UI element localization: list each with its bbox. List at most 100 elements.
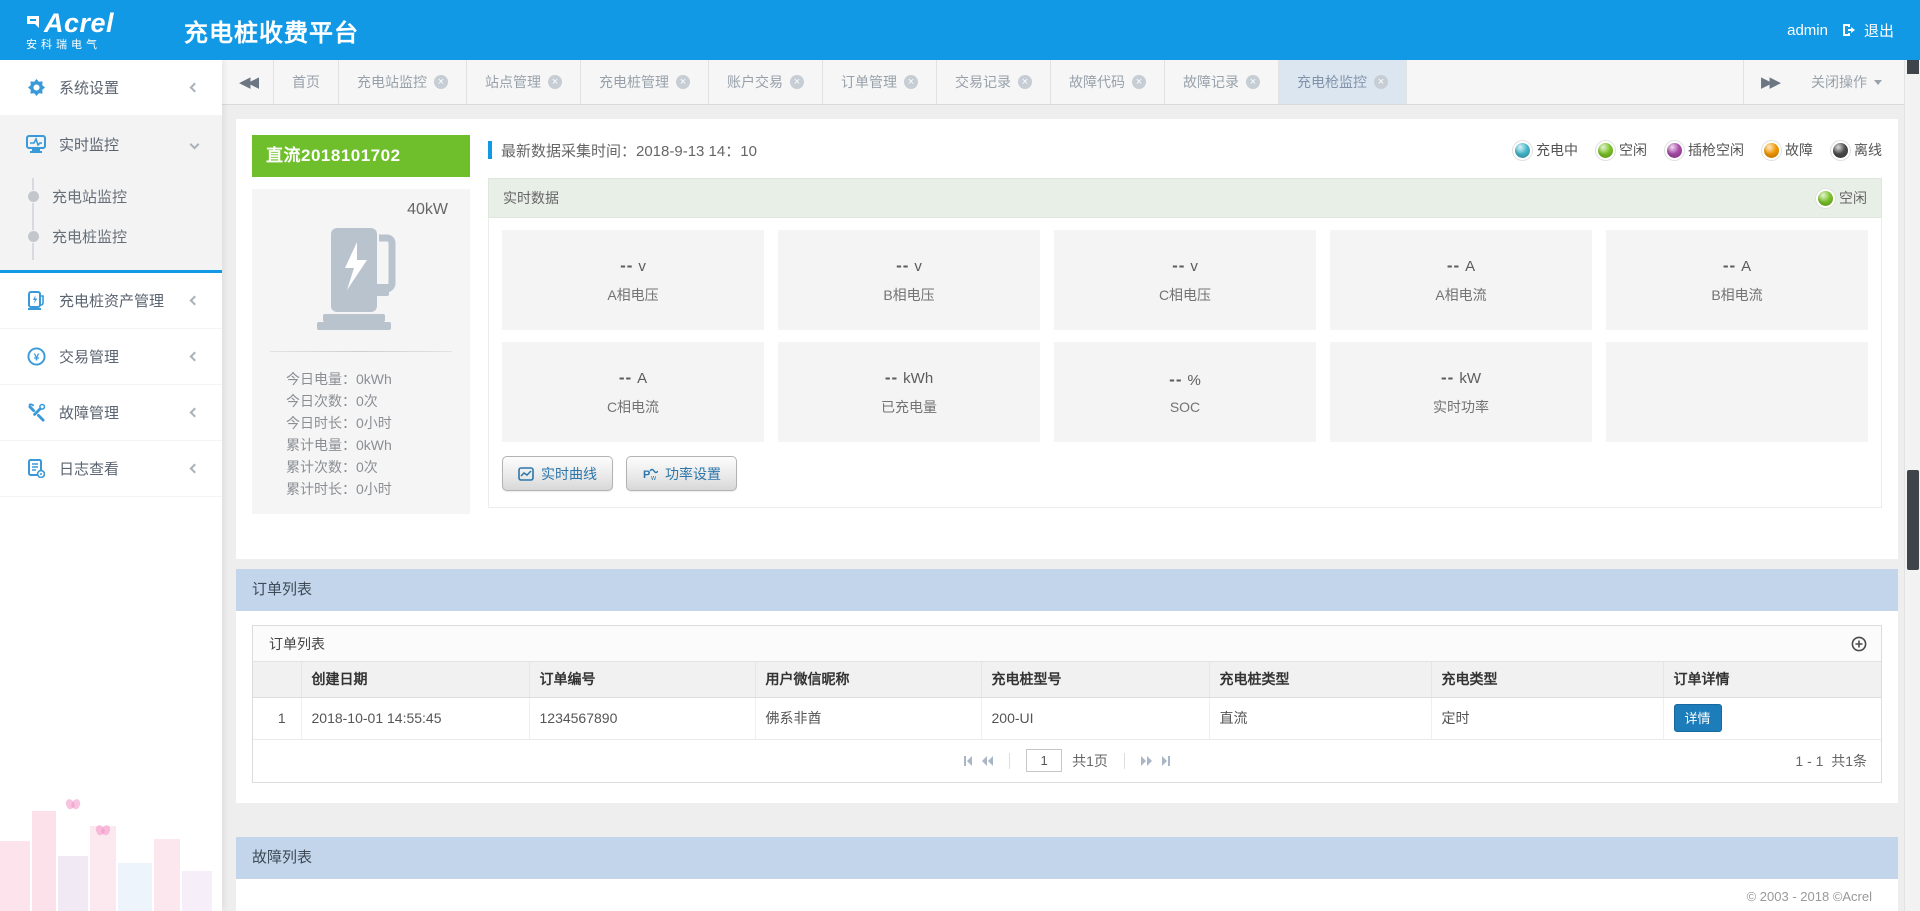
cell-order-no: 1234567890 bbox=[529, 697, 756, 740]
tab-close-icon[interactable]: × bbox=[1246, 75, 1260, 89]
scrollbar-top-button[interactable] bbox=[1907, 60, 1919, 74]
sidebar-item-pile-assets[interactable]: 充电桩资产管理 bbox=[0, 273, 222, 329]
metric-charged-energy: -- kWh 已充电量 bbox=[778, 342, 1040, 442]
faults-section-body: © 2003 - 2018 ©Acrel bbox=[236, 878, 1898, 911]
tab-site-management[interactable]: 站点管理 × bbox=[467, 60, 581, 104]
column-header-index bbox=[253, 662, 302, 698]
logout-button[interactable]: 退出 bbox=[1842, 20, 1894, 41]
close-operations-label: 关闭操作 bbox=[1811, 74, 1867, 90]
tab-account-transactions[interactable]: 账户交易 × bbox=[709, 60, 823, 104]
legend-offline: 离线 bbox=[1833, 140, 1882, 160]
metric-grid: -- v A相电压 -- v B相电压 -- v C相电压 -- A A相电流 … bbox=[502, 230, 1868, 442]
cell-wechat-nick: 佛系非酋 bbox=[755, 697, 982, 740]
cell-created: 2018-10-01 14:55:45 bbox=[301, 697, 530, 740]
tab-close-icon[interactable]: × bbox=[676, 75, 690, 89]
tab-station-monitor[interactable]: 充电站监控 × bbox=[339, 60, 467, 104]
tab-close-icon[interactable]: × bbox=[790, 75, 804, 89]
tab-close-icon[interactable]: × bbox=[1132, 75, 1146, 89]
power-wave-icon: P w bbox=[643, 468, 658, 481]
column-header-order-no: 订单编号 bbox=[529, 662, 756, 698]
tab-charging-gun-monitor[interactable]: 充电枪监控 × bbox=[1279, 60, 1407, 104]
sidebar-subitem-pile-monitor[interactable]: 充电桩监控 bbox=[0, 216, 222, 256]
column-header-wechat-nick: 用户微信昵称 bbox=[755, 662, 982, 698]
tab-close-icon[interactable]: × bbox=[548, 75, 562, 89]
device-name-header: 直流2018101702 bbox=[252, 135, 470, 177]
tab-pile-management[interactable]: 充电桩管理 × bbox=[581, 60, 709, 104]
tab-label: 故障代码 bbox=[1069, 74, 1125, 90]
device-summary-card: 40kW 今日电量：0kWh 今日次数：0次 今日时长：0小时 累计电量：0kW… bbox=[252, 189, 470, 514]
sidebar-decoration-skyline bbox=[0, 781, 222, 911]
accent-bar bbox=[488, 141, 492, 159]
sidebar-item-fault-management[interactable]: 故障管理 bbox=[0, 385, 222, 441]
cell-order-detail: 详情 bbox=[1663, 697, 1881, 740]
log-document-icon bbox=[26, 459, 46, 479]
scroll-tabs-right-icon[interactable]: ▶▶ bbox=[1743, 60, 1795, 104]
column-header-created: 创建日期 bbox=[301, 662, 530, 698]
vertical-scrollbar[interactable] bbox=[1904, 60, 1920, 911]
tab-order-management[interactable]: 订单管理 × bbox=[823, 60, 937, 104]
line-chart-icon bbox=[518, 466, 534, 481]
tab-label: 订单管理 bbox=[841, 74, 897, 90]
sidebar-item-realtime-monitor[interactable]: 实时监控 bbox=[0, 116, 222, 172]
legend-idle: 空闲 bbox=[1598, 140, 1647, 160]
add-icon[interactable] bbox=[1851, 636, 1867, 652]
divider bbox=[270, 351, 452, 352]
column-header-order-detail: 订单详情 bbox=[1663, 662, 1881, 698]
status-dot-offline bbox=[1833, 142, 1848, 158]
gear-icon bbox=[26, 78, 46, 98]
close-operations-dropdown[interactable]: 关闭操作 bbox=[1795, 60, 1904, 104]
sidebar-subitem-station-monitor[interactable]: 充电站监控 bbox=[0, 176, 222, 216]
logo-subtext: 安科瑞电气 bbox=[26, 38, 101, 51]
monitor-icon bbox=[26, 134, 46, 154]
scrollbar-thumb[interactable] bbox=[1907, 470, 1919, 570]
acrel-logo: Acrel 安科瑞电气 bbox=[0, 9, 150, 51]
tab-strip: ◀◀ 首页 充电站监控 × 站点管理 × 充电桩管理 × 账户交易 × 订单管理… bbox=[222, 60, 1904, 105]
acrel-logo-icon bbox=[27, 16, 39, 28]
chevron-down-icon bbox=[189, 139, 200, 149]
detail-button[interactable]: 详情 bbox=[1673, 704, 1722, 732]
tab-label: 站点管理 bbox=[485, 74, 541, 90]
metric-soc: --% SOC bbox=[1054, 342, 1316, 442]
yen-circle-icon: ¥ bbox=[26, 347, 46, 367]
status-dot-idle bbox=[1598, 142, 1613, 158]
power-settings-button[interactable]: P w 功率设置 bbox=[626, 456, 737, 491]
tab-close-icon[interactable]: × bbox=[1374, 75, 1388, 89]
tab-label: 故障记录 bbox=[1183, 74, 1239, 90]
cell-pile-model: 200-UI bbox=[981, 697, 1210, 740]
first-page-button[interactable] bbox=[964, 755, 973, 766]
tab-fault-codes[interactable]: 故障代码 × bbox=[1051, 60, 1165, 104]
tab-home[interactable]: 首页 bbox=[274, 60, 339, 104]
orders-panel-title: 订单列表 bbox=[269, 635, 325, 652]
chevron-left-icon bbox=[189, 295, 200, 306]
last-page-button[interactable] bbox=[1161, 755, 1170, 766]
page-number-input[interactable] bbox=[1026, 749, 1063, 772]
column-header-charge-type: 充电类型 bbox=[1431, 662, 1664, 698]
tab-label: 充电站监控 bbox=[357, 74, 427, 90]
sidebar-item-system-settings[interactable]: 系统设置 bbox=[0, 60, 222, 116]
svg-text:w: w bbox=[650, 475, 657, 481]
tab-close-icon[interactable]: × bbox=[904, 75, 918, 89]
cell-row-index: 1 bbox=[253, 697, 302, 740]
sidebar-item-transactions[interactable]: ¥ 交易管理 bbox=[0, 329, 222, 385]
device-rated-power: 40kW bbox=[407, 201, 448, 218]
caret-down-icon bbox=[1874, 79, 1882, 89]
butterfly-icon bbox=[64, 797, 82, 811]
tab-transaction-records[interactable]: 交易记录 × bbox=[937, 60, 1051, 104]
legend-fault: 故障 bbox=[1764, 140, 1813, 160]
username[interactable]: admin bbox=[1787, 22, 1828, 39]
tab-close-icon[interactable]: × bbox=[434, 75, 448, 89]
status-dot-charging bbox=[1515, 142, 1530, 158]
orders-section-band: 订单列表 bbox=[236, 569, 1898, 611]
legend-gun-inserted-idle: 插枪空闲 bbox=[1667, 140, 1744, 160]
scroll-tabs-left-icon[interactable]: ◀◀ bbox=[222, 60, 274, 104]
tab-close-icon[interactable]: × bbox=[1018, 75, 1032, 89]
sidebar-item-log-view[interactable]: 日志查看 bbox=[0, 441, 222, 497]
tab-fault-records[interactable]: 故障记录 × bbox=[1165, 60, 1279, 104]
metric-realtime-power: -- kW 实时功率 bbox=[1330, 342, 1592, 442]
next-page-button[interactable] bbox=[1140, 755, 1152, 766]
records-range-label: 1 - 1 共1条 bbox=[1795, 752, 1867, 769]
realtime-curve-button[interactable]: 实时曲线 bbox=[502, 456, 613, 491]
svg-text:¥: ¥ bbox=[33, 352, 39, 363]
prev-page-button[interactable] bbox=[982, 755, 994, 766]
orders-table-header-row: 创建日期 订单编号 用户微信昵称 充电桩型号 充电桩类型 充电类型 订单详情 bbox=[253, 662, 1881, 698]
